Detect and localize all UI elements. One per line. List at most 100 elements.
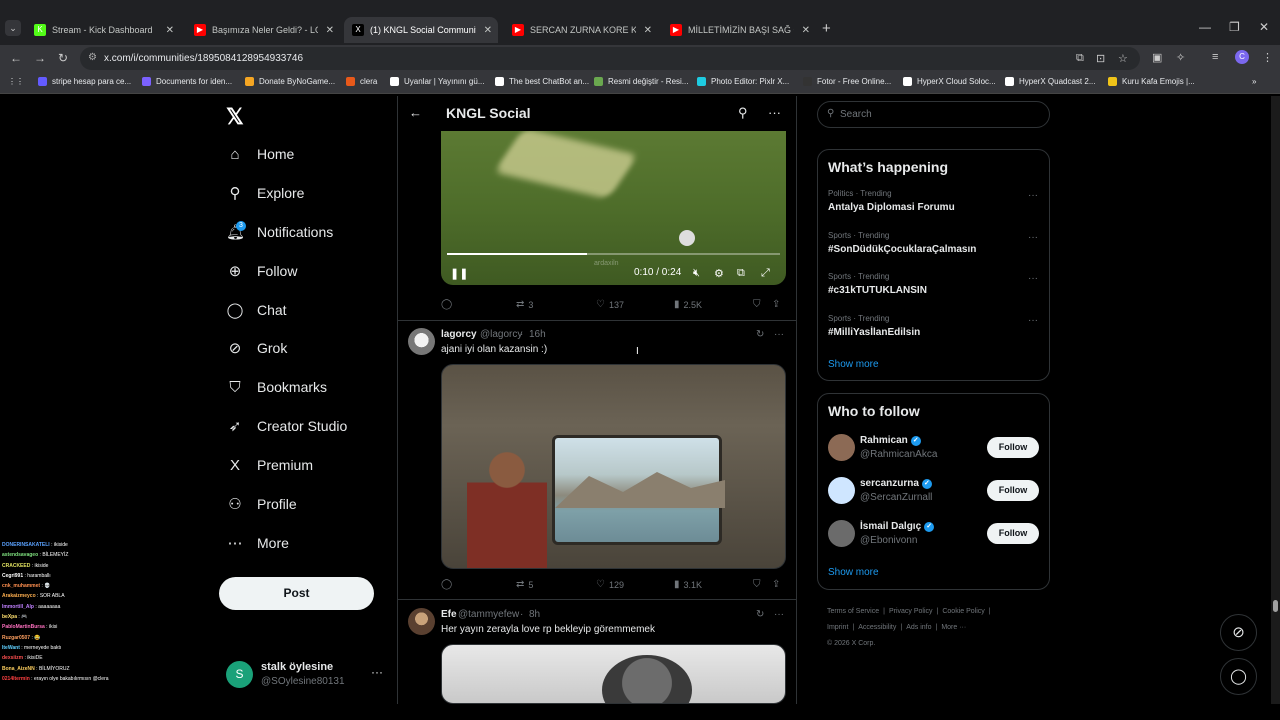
reload-button[interactable]: ↻ bbox=[58, 51, 68, 65]
suggestion-handle[interactable]: @RahmicanAkca bbox=[860, 449, 937, 460]
video-progress-bar[interactable] bbox=[447, 253, 780, 255]
suggestion-name[interactable]: İsmail Dalgıç ✓ bbox=[860, 521, 935, 532]
trend-item[interactable]: Antalya Diplomasi Forumu bbox=[828, 202, 955, 213]
post-author-name[interactable]: Efe bbox=[441, 609, 457, 620]
page-scrollbar[interactable] bbox=[1271, 96, 1280, 704]
suggestion-avatar[interactable] bbox=[828, 434, 855, 461]
more-options-icon[interactable]: ··· bbox=[768, 105, 781, 120]
share-button[interactable]: ⇪ bbox=[772, 579, 784, 590]
url-bar[interactable]: ⚙ x.com/i/communities/189508412895493374… bbox=[80, 47, 1140, 70]
community-icon[interactable]: ↻ bbox=[756, 329, 764, 340]
post-avatar[interactable] bbox=[408, 328, 435, 355]
grok-button[interactable]: ⊘ bbox=[1220, 614, 1257, 651]
community-icon[interactable]: ↻ bbox=[756, 609, 764, 620]
follow-show-more-link[interactable]: Show more bbox=[828, 567, 879, 578]
restore-button[interactable]: ❐ bbox=[1229, 20, 1240, 34]
tab-close-icon[interactable]: ✕ bbox=[802, 25, 810, 36]
suggestion-name[interactable]: sercanzurna ✓ bbox=[860, 478, 932, 489]
pause-icon[interactable]: ❚❚ bbox=[450, 267, 468, 280]
bookmark-item[interactable]: Kuru Kafa Emojis |... bbox=[1108, 77, 1195, 86]
x-logo-icon[interactable]: 𝕏 bbox=[226, 104, 244, 130]
tab-close-icon[interactable]: ✕ bbox=[326, 25, 334, 36]
site-info-icon[interactable]: ⚙ bbox=[88, 52, 97, 63]
messages-button[interactable]: ◯ bbox=[1220, 658, 1257, 695]
nav-item-grok[interactable]: ⊘ Grok bbox=[226, 333, 288, 363]
bookmark-button[interactable]: ⛉ bbox=[753, 579, 765, 590]
trend-more-icon[interactable]: ··· bbox=[1028, 190, 1038, 201]
fullscreen-icon[interactable]: ⤢ bbox=[761, 267, 770, 280]
trend-item[interactable]: #c31kTUTUKLANSIN bbox=[828, 285, 927, 296]
suggestion-handle[interactable]: @SercanZurnall bbox=[860, 492, 932, 503]
trend-more-icon[interactable]: ··· bbox=[1028, 273, 1038, 284]
suggestion-handle[interactable]: @Ebonivonn bbox=[860, 535, 917, 546]
nav-item-profile[interactable]: ⚇ Profile bbox=[226, 489, 296, 519]
video-player[interactable]: ardaxiln ❚❚ 0:10 / 0:24 🔇︎ ⚙ ⧉ ⤢ bbox=[441, 131, 786, 285]
follow-button[interactable]: Follow bbox=[987, 437, 1039, 458]
nav-item-notifications[interactable]: 🔔︎ Notifications 3 bbox=[226, 217, 333, 247]
minimize-button[interactable]: — bbox=[1199, 20, 1211, 34]
post-time[interactable]: 8h bbox=[529, 609, 540, 620]
bookmark-item[interactable]: The best ChatBot an... bbox=[495, 77, 589, 86]
profile-avatar-icon[interactable]: C bbox=[1235, 50, 1249, 64]
tab-search-button[interactable]: ⌄ bbox=[5, 20, 21, 36]
footer-link[interactable]: Privacy Policy bbox=[889, 608, 933, 615]
back-arrow-icon[interactable]: ← bbox=[409, 105, 422, 120]
suggestion-name[interactable]: Rahmican ✓ bbox=[860, 435, 921, 446]
nav-item-more[interactable]: ⋯ More bbox=[226, 528, 289, 558]
browser-tab[interactable]: K Stream - Kick Dashboard ✕ bbox=[26, 17, 180, 43]
nav-item-premium[interactable]: X Premium bbox=[226, 450, 313, 480]
footer-link[interactable]: Terms of Service bbox=[827, 608, 879, 615]
extension-icon[interactable]: ▣ bbox=[1152, 51, 1162, 64]
browser-tab[interactable]: ▶ MİLLETİMİZİN BAŞI SAĞ OLSUN ✕ bbox=[662, 17, 816, 43]
follow-button[interactable]: Follow bbox=[987, 480, 1039, 501]
bookmark-item[interactable]: Fotor - Free Online... bbox=[803, 77, 891, 86]
bookmark-button[interactable]: ⛉ bbox=[753, 299, 765, 310]
post-button[interactable]: Post bbox=[219, 577, 374, 610]
bookmark-star-icon[interactable]: ☆ bbox=[1118, 52, 1128, 65]
nav-item-bookmarks[interactable]: ⛉ Bookmarks bbox=[226, 372, 327, 402]
like-button[interactable]: ♡ 129 bbox=[596, 579, 624, 590]
bookmark-item[interactable]: Donate ByNoGame... bbox=[245, 77, 335, 86]
suggestion-avatar[interactable] bbox=[828, 520, 855, 547]
reply-button[interactable]: ◯ bbox=[441, 579, 456, 590]
translate-icon[interactable]: ⧉ bbox=[1076, 52, 1084, 65]
bookmark-item[interactable]: Resmi değiştir - Resi... bbox=[594, 77, 688, 86]
apps-grid-icon[interactable]: ⋮⋮ bbox=[8, 77, 24, 86]
footer-link[interactable]: Accessibility bbox=[858, 624, 896, 631]
post-author-handle[interactable]: @tammyefew bbox=[458, 609, 519, 620]
footer-link[interactable]: © 2026 X Corp. bbox=[827, 640, 875, 647]
picture-in-picture-icon[interactable]: ⧉ bbox=[737, 267, 745, 280]
browser-menu-icon[interactable]: ⋮ bbox=[1262, 51, 1273, 64]
new-tab-button[interactable]: + bbox=[822, 20, 831, 37]
post-more-icon[interactable]: ··· bbox=[774, 329, 784, 340]
browser-tab[interactable]: ▶ Başımıza Neler Geldi? - LOS ANGELES ✕ bbox=[186, 17, 340, 43]
bookmark-item[interactable]: HyperX Cloud Soloc... bbox=[903, 77, 996, 86]
bookmark-item[interactable]: clera bbox=[346, 77, 377, 86]
views-button[interactable]: ▮ 2.5K bbox=[674, 299, 702, 310]
settings-gear-icon[interactable]: ⚙ bbox=[714, 267, 724, 280]
post-author-handle[interactable]: @lagorcy bbox=[480, 329, 522, 340]
more-bookmarks-icon[interactable]: » bbox=[1252, 77, 1256, 86]
install-icon[interactable]: ⊡ bbox=[1096, 52, 1105, 65]
trend-item[interactable]: #MilliYasİlanEdilsin bbox=[828, 327, 920, 338]
nav-item-explore[interactable]: ⚲ Explore bbox=[226, 178, 305, 208]
tab-close-icon[interactable]: ✕ bbox=[166, 25, 174, 36]
post-image[interactable] bbox=[441, 644, 786, 704]
back-button[interactable]: ← bbox=[10, 51, 22, 65]
post-avatar[interactable] bbox=[408, 608, 435, 635]
nav-item-creator-studio[interactable]: ➶ Creator Studio bbox=[226, 411, 348, 441]
bookmark-item[interactable]: stripe hesap para ce... bbox=[38, 77, 131, 86]
bookmark-item[interactable]: HyperX Quadcast 2... bbox=[1005, 77, 1095, 86]
repost-button[interactable]: ⇄ 3 bbox=[516, 299, 533, 310]
nav-item-follow[interactable]: ⊕ Follow bbox=[226, 256, 298, 286]
search-icon[interactable]: ⚲ bbox=[738, 105, 748, 121]
bookmark-item[interactable]: Documents for iden... bbox=[142, 77, 232, 86]
nav-item-chat[interactable]: ◯ Chat bbox=[226, 295, 287, 325]
tab-close-icon[interactable]: ✕ bbox=[484, 25, 492, 36]
nav-item-home[interactable]: ⌂ Home bbox=[226, 139, 294, 169]
trend-more-icon[interactable]: ··· bbox=[1028, 315, 1038, 326]
post-author-name[interactable]: lagorcy bbox=[441, 329, 477, 340]
post-more-icon[interactable]: ··· bbox=[774, 609, 784, 620]
trend-more-icon[interactable]: ··· bbox=[1028, 232, 1038, 243]
reply-button[interactable]: ◯ bbox=[441, 299, 456, 310]
